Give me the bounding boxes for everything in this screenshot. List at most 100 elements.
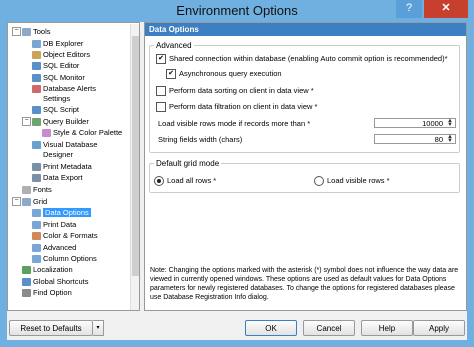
shared-connection-check-box[interactable]: ✔ [156,54,166,65]
tree-item-icon [42,129,51,138]
load-rows-spin-input[interactable]: 10000 ▲ ▼ [374,118,456,128]
async-query-checkbox[interactable]: ✔ Asynchronous query execution [166,69,282,80]
tree-item[interactable]: Fonts [22,184,52,195]
tree-item-label: Localization [33,265,73,274]
reset-to-defaults-button[interactable]: Reset to Defaults [9,320,93,336]
tree-item-label: Query Builder [43,117,89,126]
tree-item-label: Data Options [43,208,91,217]
advanced-group-title: Advanced [154,41,194,50]
client-filtration-label: Perform data filtration on client in dat… [169,102,318,111]
load-visible-rows-label: Load visible rows * [327,176,390,185]
tree-item-icon [22,186,31,195]
default-grid-mode-title: Default grid mode [154,159,222,168]
tree-item-icon [32,244,41,253]
tree-scrollbar-thumb[interactable] [132,36,139,276]
client-filtration-checkbox[interactable]: Perform data filtration on client in dat… [156,102,318,113]
tree-item-label: Visual Database [43,140,98,149]
tree-item[interactable]: Style & Color Palette [42,127,122,138]
tree-item-label: Advanced [43,243,77,252]
load-all-rows-label: Load all rows * [167,176,217,185]
tree-item[interactable]: − Query Builder [22,116,89,127]
tree-item[interactable]: Find Option [22,287,72,298]
tree-item[interactable]: Data Options [32,207,91,218]
tree-item-icon [32,232,41,241]
tree-item-icon [22,278,31,287]
string-width-label: String fields width (chars) [158,135,243,144]
tree-item-label: Global Shortcuts [33,277,89,286]
tree-item[interactable]: Color & Formats [32,230,98,241]
window-close-button[interactable]: ✕ [424,0,468,18]
tree-item[interactable]: Print Metadata [32,161,92,172]
tree-item-icon [32,141,41,150]
reset-dropdown-icon[interactable]: ▾ [93,320,104,336]
tree-item[interactable]: Data Export [32,172,83,183]
collapse-icon[interactable]: − [22,117,31,126]
client-sorting-checkbox[interactable]: Perform data sorting on client in data v… [156,86,314,97]
data-options-panel: Data Options Advanced ✔ Shared connection… [144,22,467,311]
shared-connection-checkbox[interactable]: ✔ Shared connection within database (enab… [156,54,448,65]
help-button[interactable]: Help [361,320,413,336]
load-visible-rows-radio-dot[interactable] [314,176,324,187]
tree-item-label: SQL Editor [43,61,80,70]
title-bar[interactable]: Environment Options ? ✕ [0,0,474,22]
tree-item-label: Tools [33,27,51,36]
load-visible-rows-radio[interactable]: Load visible rows * [314,176,390,187]
tree-item-label: Find Option [33,288,72,297]
tree-item[interactable]: Print Data [32,219,76,230]
tree-item-icon [32,163,41,172]
tree-item-label: SQL Script [43,105,79,114]
async-query-check-box[interactable]: ✔ [166,69,176,80]
options-tree: − Tools DB Explorer Object Editors SQL Edito… [7,22,140,311]
tree-item-icon [22,266,31,275]
tree-item[interactable]: Settings [32,93,70,104]
apply-button[interactable]: Apply [413,320,465,336]
tree-item-label: Grid [33,197,48,206]
client-sorting-label: Perform data sorting on client in data v… [169,86,314,95]
string-width-value: 80 [434,135,443,144]
options-note: Note: Changing the options marked with t… [150,267,459,301]
string-width-spin-arrows-icon[interactable]: ▲ ▼ [446,134,454,144]
tree-item[interactable]: Column Options [32,253,97,264]
tree-item-icon [32,221,41,230]
tree-item[interactable]: Designer [32,149,73,160]
tree-item[interactable]: Object Editors [32,49,90,60]
window-help-button[interactable]: ? [396,0,422,18]
ok-button[interactable]: OK [245,320,297,336]
tree-item[interactable]: DB Explorer [32,38,83,49]
shared-connection-label: Shared connection within database (enabl… [169,54,448,63]
client-sorting-check-box[interactable] [156,86,166,97]
dialog-client-area: − Tools DB Explorer Object Editors SQL Edito… [7,22,467,340]
load-rows-value: 10000 [422,119,443,128]
tree-item-label: SQL Monitor [43,73,85,82]
tree-item[interactable]: Global Shortcuts [22,276,88,287]
cancel-button[interactable]: Cancel [303,320,355,336]
tree-item-label: Data Export [43,173,83,182]
load-rows-spin-arrows-icon[interactable]: ▲ ▼ [446,118,454,128]
tree-item-label: Designer [43,150,74,159]
load-all-rows-radio-dot[interactable] [154,176,164,187]
tree-item[interactable]: SQL Editor [32,60,79,71]
tree-item[interactable]: Advanced [32,242,76,253]
tree-item[interactable]: − Grid [12,196,48,207]
tree-item-icon [32,85,41,94]
advanced-group: Advanced ✔ Shared connection within datab… [149,41,460,153]
tree-scrollbar[interactable] [130,24,139,310]
tree-item-icon [32,209,41,218]
tree-item[interactable]: Localization [22,264,73,275]
tree-item-label: Database Alerts [43,84,96,93]
tree-item-label: Color & Formats [43,231,98,240]
tree-item[interactable]: − Tools [12,26,51,37]
string-width-spin-input[interactable]: 80 ▲ ▼ [374,134,456,144]
tree-item-icon [22,28,31,37]
tree-item-icon [32,255,41,264]
collapse-icon[interactable]: − [12,197,21,206]
tree-item-label: Print Metadata [43,162,92,171]
load-all-rows-radio[interactable]: Load all rows * [154,176,217,187]
tree-item[interactable]: SQL Script [32,104,79,115]
client-filtration-check-box[interactable] [156,102,166,113]
default-grid-mode-group: Default grid mode Load all rows * Load v… [149,159,460,193]
tree-item-icon [32,106,41,115]
panel-header: Data Options [145,23,466,36]
collapse-icon[interactable]: − [12,27,21,36]
tree-item[interactable]: SQL Monitor [32,72,85,83]
